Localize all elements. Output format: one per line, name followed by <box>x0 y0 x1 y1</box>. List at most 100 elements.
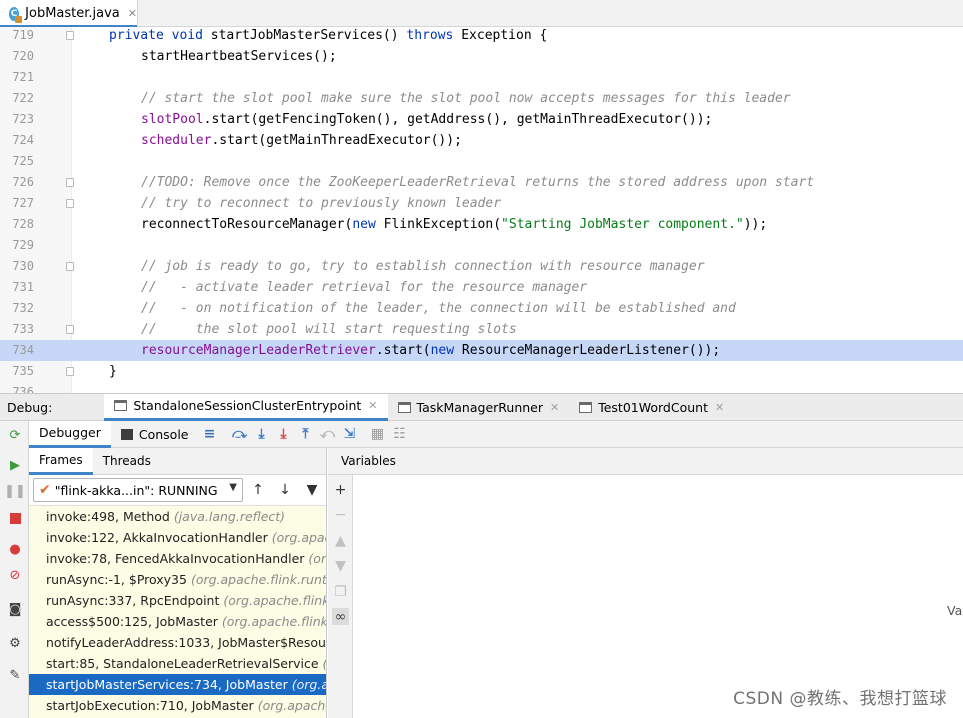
code-line[interactable]: 720 startHeartbeatServices(); <box>0 46 963 67</box>
line-number[interactable]: 720 <box>0 46 34 67</box>
copy-icon[interactable]: ❐ <box>332 583 349 600</box>
code-line[interactable]: 728 reconnectToResourceManager(new FlinkE… <box>0 214 963 235</box>
code-line[interactable]: 731 // - activate leader retrieval for th… <box>0 277 963 298</box>
settings-gear-icon[interactable]: ⚙ <box>7 636 23 652</box>
code-line[interactable]: 732 // - on notification of the leader, t… <box>0 298 963 319</box>
close-icon[interactable]: ✕ <box>128 7 137 20</box>
line-number[interactable]: 725 <box>0 151 34 172</box>
frame-item[interactable]: start:85, StandaloneLeaderRetrievalServi… <box>29 653 326 674</box>
code-line[interactable]: 727 // try to reconnect to previously kno… <box>0 193 963 214</box>
tab-frames[interactable]: Frames <box>29 447 93 475</box>
thread-dropdown[interactable]: ✔ "flink-akka...in": RUNNING ▼ <box>33 478 243 502</box>
tab-console[interactable]: Console <box>111 421 199 448</box>
line-number[interactable]: 723 <box>0 109 34 130</box>
frame-package: (org.apache.flink.runtime.rpc) <box>223 593 326 608</box>
code-line[interactable]: 719 private void startJobMasterServices()… <box>0 27 963 46</box>
frame-item[interactable]: invoke:78, FencedAkkaInvocationHandler (… <box>29 548 326 569</box>
line-number[interactable]: 732 <box>0 298 34 319</box>
frame-item[interactable]: invoke:498, Method (java.lang.reflect) <box>29 506 326 527</box>
run-tab[interactable]: TaskManagerRunner ✕ <box>388 394 570 421</box>
tab-debugger[interactable]: Debugger <box>29 420 111 448</box>
code-line[interactable]: 730 // job is ready to go, try to establi… <box>0 256 963 277</box>
close-icon[interactable]: ✕ <box>550 401 559 414</box>
line-number[interactable]: 735 <box>0 361 34 382</box>
code-line[interactable]: 726 //TODO: Remove once the ZooKeeperLead… <box>0 172 963 193</box>
console-icon <box>120 428 133 440</box>
move-up-icon[interactable]: ▲ <box>332 532 349 549</box>
step-out-icon[interactable]: ⤒ <box>295 423 317 445</box>
code-line[interactable]: 721 <box>0 67 963 88</box>
line-number[interactable]: 734 <box>0 340 34 361</box>
close-icon[interactable]: ✕ <box>715 401 724 414</box>
move-down-icon[interactable]: ▼ <box>332 557 349 574</box>
editor-tab-jobmaster[interactable]: C JobMaster.java ✕ <box>0 0 138 28</box>
view-breakpoints-icon[interactable]: ● <box>7 542 23 558</box>
line-number[interactable]: 731 <box>0 277 34 298</box>
debug-side-toolbar: ⟳ ▶ ❚❚ ● ⊘ ◙ ⚙ ✎ <box>0 421 29 718</box>
menu-icon[interactable]: ≡ <box>199 423 221 445</box>
mute-breakpoints-icon[interactable]: ⊘ <box>7 568 23 584</box>
force-step-into-icon[interactable]: ⤓ <box>273 423 295 445</box>
filter-icon[interactable]: ▼ <box>300 478 324 502</box>
line-number[interactable]: 724 <box>0 130 34 151</box>
line-number[interactable]: 736 <box>0 382 34 393</box>
step-into-icon[interactable]: ⤓ <box>251 423 273 445</box>
code-token: // job is ready to go, try to establish … <box>141 259 705 274</box>
code-line[interactable]: 722 // start the slot pool make sure the … <box>0 88 963 109</box>
fold-icon[interactable] <box>66 262 74 271</box>
frame-item[interactable]: invoke:122, AkkaInvocationHandler (org.a… <box>29 527 326 548</box>
selected-frame-item[interactable]: startJobMasterServices:734, JobMaster (o… <box>29 674 326 695</box>
add-watch-icon[interactable]: + <box>332 481 349 498</box>
previous-frame-icon[interactable]: ↑ <box>246 478 270 502</box>
frame-item[interactable]: startJobExecution:710, JobMaster (org.ap… <box>29 695 326 716</box>
line-number[interactable]: 730 <box>0 256 34 277</box>
close-icon[interactable]: ✕ <box>368 399 377 412</box>
variables-content[interactable]: Va <box>354 475 963 718</box>
frame-item[interactable]: access$500:125, JobMaster (org.apache.fl… <box>29 611 326 632</box>
pin-icon[interactable]: ✎ <box>7 668 23 684</box>
line-number[interactable]: 729 <box>0 235 34 256</box>
current-execution-line[interactable]: 734 resourceManagerLeaderRetriever.start(… <box>0 340 963 361</box>
variables-header: Variables <box>328 448 963 475</box>
trace-icon[interactable]: ☷ <box>389 423 411 445</box>
frame-item[interactable]: runAsync:-1, $Proxy35 (org.apache.flink.… <box>29 569 326 590</box>
tab-threads[interactable]: Threads <box>93 448 161 475</box>
code-line[interactable]: 735} <box>0 361 963 382</box>
fold-icon[interactable] <box>66 178 74 187</box>
run-tab[interactable]: StandaloneSessionClusterEntrypoint ✕ <box>104 393 388 421</box>
rerun-icon[interactable]: ⟳ <box>7 428 23 444</box>
next-frame-icon[interactable]: ↓ <box>273 478 297 502</box>
code-line[interactable]: 724 scheduler.start(getMainThreadExecutor… <box>0 130 963 151</box>
code-text: // the slot pool will start requesting s… <box>141 319 517 340</box>
line-number[interactable]: 726 <box>0 172 34 193</box>
frame-item[interactable]: runAsync:337, RpcEndpoint (org.apache.fl… <box>29 590 326 611</box>
fold-icon[interactable] <box>66 31 74 40</box>
code-line[interactable]: 729 <box>0 235 963 256</box>
camera-icon[interactable]: ◙ <box>7 602 23 618</box>
line-number[interactable]: 719 <box>0 27 34 46</box>
resume-icon[interactable]: ▶ <box>7 458 23 474</box>
line-number[interactable]: 727 <box>0 193 34 214</box>
glasses-icon[interactable]: ∞ <box>332 608 349 625</box>
code-line[interactable]: 736 <box>0 382 963 393</box>
line-number[interactable]: 733 <box>0 319 34 340</box>
run-tab[interactable]: Test01WordCount ✕ <box>569 394 734 421</box>
code-editor[interactable]: 719 private void startJobMasterServices()… <box>0 27 963 393</box>
run-to-cursor-icon[interactable]: ⇲ <box>339 423 361 445</box>
fold-icon[interactable] <box>66 199 74 208</box>
code-line[interactable]: 723 slotPool.start(getFencingToken(), get… <box>0 109 963 130</box>
step-over-icon[interactable]: ⤼ <box>229 423 251 445</box>
code-line[interactable]: 725 <box>0 151 963 172</box>
frame-item[interactable]: notifyLeaderAddress:1033, JobMaster$Reso… <box>29 632 326 653</box>
fold-icon[interactable] <box>66 325 74 334</box>
remove-watch-icon[interactable]: − <box>332 506 349 523</box>
stop-icon[interactable] <box>7 510 23 526</box>
line-number[interactable]: 722 <box>0 88 34 109</box>
line-number[interactable]: 728 <box>0 214 34 235</box>
drop-frame-icon[interactable]: ⤺ <box>317 423 339 445</box>
line-number[interactable]: 721 <box>0 67 34 88</box>
fold-icon[interactable] <box>66 367 74 376</box>
pause-icon[interactable]: ❚❚ <box>4 484 26 500</box>
evaluate-expression-icon[interactable]: ▦ <box>367 423 389 445</box>
code-line[interactable]: 733 // the slot pool will start requestin… <box>0 319 963 340</box>
